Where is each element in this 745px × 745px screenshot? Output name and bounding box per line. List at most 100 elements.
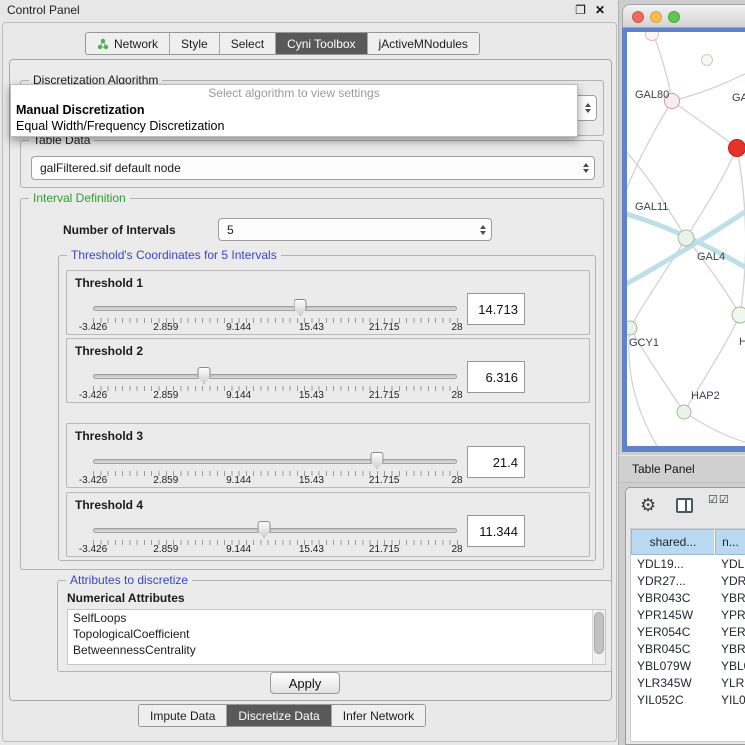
table-row[interactable]: YDL19...YDL1 <box>631 555 745 572</box>
table-row[interactable]: YLR345WYLR3 <box>631 674 745 691</box>
cell: YBR0 <box>715 591 745 605</box>
list-item[interactable]: TopologicalCoefficient <box>68 626 605 642</box>
dropdown-arrows-icon <box>583 163 589 173</box>
table-data-combo[interactable]: galFiltered.sif default node <box>31 156 595 180</box>
scale-label: 21.715 <box>369 390 400 401</box>
scale-label: -3.426 <box>79 544 107 555</box>
slider-thumb[interactable] <box>258 521 271 538</box>
table-panel-header: Table Panel <box>619 455 745 483</box>
attributes-group-title: Attributes to discretize <box>66 573 192 588</box>
threshold-3-slider[interactable] <box>93 452 457 470</box>
tab-style-label: Style <box>181 37 208 51</box>
cell: YDR2 <box>715 574 745 588</box>
threshold-4-value-field[interactable] <box>467 515 525 547</box>
network-view-frame: GAL80 GA GAL11 GAL4 GCY1 HAP2 H <box>622 28 745 452</box>
table-row[interactable]: YPR145WYPR1 <box>631 606 745 623</box>
zoom-traffic-light-icon[interactable] <box>668 11 680 23</box>
slider-track[interactable] <box>93 374 457 379</box>
table-row[interactable]: YIL052CYIL0 <box>631 691 745 708</box>
cell: YPR1 <box>715 608 745 622</box>
number-of-intervals-combo[interactable]: 5 <box>218 218 492 241</box>
control-panel-titlebar: Control Panel ❐ ✕ <box>0 0 618 20</box>
list-item[interactable]: BetweennessCentrality <box>68 642 605 658</box>
cell: YBL0 <box>715 659 745 673</box>
table-panel-window: ⚙ ☑☑ shared... n... YDL19...YDL1 YDR27..… <box>625 487 745 745</box>
threshold-2-slider[interactable] <box>93 367 457 385</box>
slider-scale: -3.426 2.859 9.144 15.43 21.715 28 <box>93 390 457 402</box>
right-area: GAL80 GA GAL11 GAL4 GCY1 HAP2 H Table Pa… <box>619 0 745 745</box>
popup-item-equal-width-frequency[interactable]: Equal Width/Frequency Discretization <box>11 118 577 134</box>
tab-impute-data[interactable]: Impute Data <box>139 705 227 726</box>
cell: YDL19... <box>631 557 715 571</box>
threshold-2-value-field[interactable] <box>467 361 525 393</box>
select-columns-checkboxes-icon[interactable]: ☑☑ <box>708 493 730 506</box>
threshold-4-panel: Threshold 4 -3.426 2.859 9.144 15.43 21.… <box>66 492 590 557</box>
scale-label: 21.715 <box>369 322 400 333</box>
slider-track[interactable] <box>93 306 457 311</box>
columns-icon[interactable] <box>676 498 693 513</box>
tab-network[interactable]: Network <box>86 33 170 54</box>
gear-icon[interactable]: ⚙ <box>640 493 656 517</box>
tab-network-label: Network <box>114 37 158 51</box>
table-toolbar: ⚙ ☑☑ <box>626 488 745 526</box>
tab-jactive-label: jActiveMNodules <box>379 37 468 51</box>
table-row[interactable]: YER054CYER0 <box>631 623 745 640</box>
table-row[interactable]: YBR045CYBR0 <box>631 640 745 657</box>
column-header[interactable]: shared... <box>631 529 715 555</box>
threshold-3-label: Threshold 3 <box>75 429 143 443</box>
list-scrollbar[interactable] <box>592 610 605 664</box>
scale-label: 15.43 <box>299 390 324 401</box>
tab-infer-network[interactable]: Infer Network <box>332 705 425 726</box>
table-row[interactable]: YBR043CYBR0 <box>631 589 745 606</box>
scale-label: 15.43 <box>299 475 324 486</box>
apply-button[interactable]: Apply <box>270 672 340 694</box>
threshold-3-value-field[interactable] <box>467 446 525 478</box>
cell: YBR0 <box>715 642 745 656</box>
threshold-1-value-field[interactable] <box>467 293 525 325</box>
threshold-4-slider[interactable] <box>93 521 457 539</box>
network-window-titlebar <box>622 4 745 28</box>
number-of-intervals-value: 5 <box>227 223 234 237</box>
dropdown-arrows-icon <box>585 103 591 113</box>
table-panel-title: Table Panel <box>632 462 695 476</box>
table-row[interactable]: YBL079WYBL0 <box>631 657 745 674</box>
attributes-group: Attributes to discretize Numerical Attri… <box>57 580 612 672</box>
slider-scale: -3.426 2.859 9.144 15.43 21.715 28 <box>93 322 457 334</box>
threshold-4-label: Threshold 4 <box>75 498 143 512</box>
cell: YLR345W <box>631 676 715 690</box>
slider-track[interactable] <box>93 459 457 464</box>
numerical-attributes-label: Numerical Attributes <box>67 591 185 605</box>
tab-cyni-toolbox[interactable]: Cyni Toolbox <box>276 33 367 54</box>
interval-definition-group: Interval Definition Number of Intervals … <box>20 198 604 570</box>
column-header[interactable]: n... <box>715 529 745 555</box>
slider-thumb[interactable] <box>370 452 383 469</box>
scale-label: 28 <box>451 544 462 555</box>
network-view-window: GAL80 GA GAL11 GAL4 GCY1 HAP2 H <box>622 4 745 452</box>
table-row[interactable]: YDR27...YDR2 <box>631 572 745 589</box>
scale-label: 28 <box>451 475 462 486</box>
slider-thumb[interactable] <box>294 299 307 316</box>
close-traffic-light-icon[interactable] <box>632 11 644 23</box>
tab-jactivemnodules[interactable]: jActiveMNodules <box>368 33 479 54</box>
float-panel-icon[interactable]: ❐ <box>575 4 586 16</box>
list-item[interactable]: SelfLoops <box>68 610 605 626</box>
dropdown-arrows-icon <box>480 225 486 235</box>
tab-select[interactable]: Select <box>220 33 276 54</box>
popup-item-manual-discretization[interactable]: Manual Discretization <box>11 102 577 118</box>
slider-track[interactable] <box>93 528 457 533</box>
close-panel-icon[interactable]: ✕ <box>595 4 605 16</box>
network-canvas[interactable]: GAL80 GA GAL11 GAL4 GCY1 HAP2 H <box>627 32 745 446</box>
tab-discretize-data[interactable]: Discretize Data <box>227 705 331 726</box>
slider-thumb[interactable] <box>198 367 211 384</box>
table-data-combo-value: galFiltered.sif default node <box>40 161 181 175</box>
tab-style[interactable]: Style <box>170 33 220 54</box>
threshold-3-panel: Threshold 3 -3.426 2.859 9.144 15.43 21.… <box>66 423 590 488</box>
scale-label: 9.144 <box>226 544 251 555</box>
threshold-1-slider[interactable] <box>93 299 457 317</box>
scrollbar-thumb[interactable] <box>594 612 604 654</box>
minimize-traffic-light-icon[interactable] <box>650 11 662 23</box>
scale-label: -3.426 <box>79 390 107 401</box>
scale-label: 21.715 <box>369 475 400 486</box>
cell: YDL1 <box>715 557 745 571</box>
thresholds-group-title: Threshold's Coordinates for 5 Intervals <box>67 248 281 263</box>
